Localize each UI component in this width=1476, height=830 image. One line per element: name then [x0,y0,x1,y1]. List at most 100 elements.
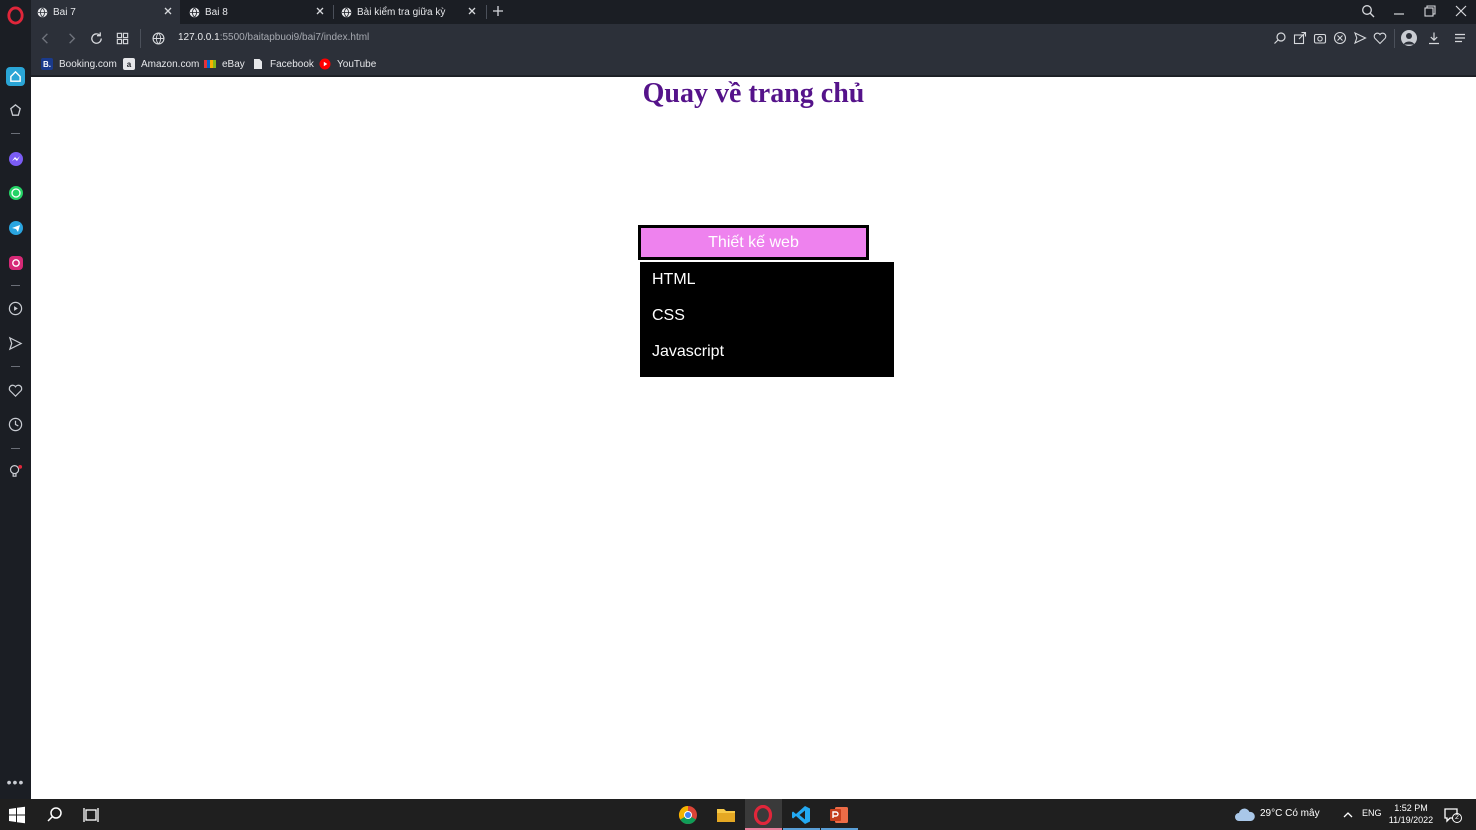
windows-start-icon[interactable] [8,806,26,824]
url-field[interactable]: 127.0.0.1:5500/baitapbuoi9/bai7/index.ht… [178,32,369,43]
dropdown-item-javascript[interactable]: Javascript [640,340,894,376]
search-icon[interactable] [46,806,64,824]
bookmark-label: Booking.com [59,58,117,70]
more-options-icon[interactable]: ••• [6,775,25,789]
minimize-icon[interactable] [1392,4,1406,18]
opera-logo-icon[interactable] [6,6,25,25]
powerpoint-icon[interactable] [829,805,849,825]
amazon-icon: a [123,58,135,70]
instagram-icon[interactable] [6,253,25,272]
chrome-icon[interactable] [678,805,698,825]
bookmark-amazon[interactable]: a Amazon.com [123,57,199,71]
dropdown-item-html[interactable]: HTML [640,268,894,304]
toolbar-divider [140,29,141,48]
tab-label: Bai 8 [205,6,228,18]
share-icon[interactable] [1293,31,1307,45]
ad-blocker-icon[interactable] [1333,31,1347,45]
close-tab-icon[interactable] [162,5,174,17]
bookmark-label: Facebook [270,58,314,70]
player-icon[interactable] [6,299,25,318]
profile-avatar-icon[interactable] [1401,30,1417,46]
dropdown-item-css[interactable]: CSS [640,304,894,340]
bookmark-label: eBay [222,58,245,70]
sidebar-divider [11,285,20,286]
vscode-icon[interactable] [791,805,811,825]
clock-time: 1:52 PM [1394,803,1428,813]
bookmark-youtube[interactable]: YouTube [319,57,376,71]
dropdown-menu: HTML CSS Javascript [640,262,894,377]
home-icon[interactable] [6,67,25,86]
bookmark-facebook[interactable]: Facebook [252,57,314,71]
sidebar-divider [11,448,20,449]
history-icon[interactable] [6,415,25,434]
notification-center[interactable]: 2 [1443,806,1462,824]
whatsapp-icon[interactable] [6,183,25,202]
task-view-icon[interactable] [82,806,100,824]
weather-text[interactable]: 29°C Có mây [1260,808,1320,819]
messenger-icon[interactable] [6,149,25,168]
screen: ••• Bai 7 Bai 8 Bài kiểm tra giữa kỳ 127… [0,0,1476,830]
toolbar-divider [1394,29,1395,48]
tab-strip: Bai 7 Bai 8 Bài kiểm tra giữa kỳ [31,0,1476,24]
booking-icon: B. [41,58,53,70]
close-tab-icon[interactable] [314,5,326,17]
reload-icon[interactable] [89,31,104,46]
easy-setup-menu-icon[interactable] [1453,31,1467,45]
tab-divider [333,5,334,19]
send-icon[interactable] [1353,31,1367,45]
file-explorer-icon[interactable] [716,805,736,825]
zoom-icon[interactable] [1273,31,1287,45]
url-path: :5500/baitapbuoi9/bai7/index.html [219,32,370,43]
lightbulb-icon[interactable] [6,462,25,481]
tab-label: Bài kiểm tra giữa kỳ [357,6,446,18]
clock-date: 11/19/2022 [1388,815,1434,825]
bookmark-label: YouTube [337,58,377,70]
bookmark-ebay[interactable]: eBay [204,57,245,71]
tab-search-icon[interactable] [1361,4,1375,18]
opera-sidebar: ••• [0,0,31,799]
tab-divider [486,5,487,19]
language-indicator[interactable]: ENG [1362,808,1382,818]
pinboard-icon[interactable] [6,101,25,120]
bookmark-booking[interactable]: B. Booking.com [41,57,117,71]
snapshot-icon[interactable] [1313,31,1327,45]
tabs-grid-icon[interactable] [115,31,130,46]
bookmarks-bar: B. Booking.com a Amazon.com eBay Faceboo… [31,53,1476,76]
restore-icon[interactable] [1423,4,1437,18]
tab-label: Bai 7 [53,6,76,18]
notification-count: 2 [1452,813,1462,823]
clock[interactable]: 1:52 PM 11/19/2022 [1386,802,1436,826]
tab-bai-7[interactable]: Bai 7 [31,0,180,24]
new-tab-icon[interactable] [491,4,505,18]
youtube-icon [319,58,331,70]
bookmark-heart-icon[interactable] [1373,31,1387,45]
sidebar-divider [11,366,20,367]
weather-cloud-icon[interactable] [1234,805,1256,825]
bookmark-label: Amazon.com [141,58,200,70]
download-icon[interactable] [1427,31,1441,45]
page-icon [252,58,264,70]
forward-icon[interactable] [64,31,79,46]
windows-taskbar: 29°C Có mây ENG 1:52 PM 11/19/2022 2 [0,799,1476,830]
send-icon[interactable] [6,334,25,353]
tab-bai-kiem-tra[interactable]: Bài kiểm tra giữa kỳ [335,0,484,24]
globe-icon [37,7,48,17]
ebay-icon [204,58,216,70]
tab-bai-8[interactable]: Bai 8 [183,0,332,24]
back-icon[interactable] [38,31,53,46]
heart-icon[interactable] [6,381,25,400]
close-window-icon[interactable] [1454,4,1468,18]
home-link-heading[interactable]: Quay về trang chủ [31,77,1476,111]
globe-icon [189,7,200,17]
web-design-menu-button[interactable]: Thiết kế web [638,225,869,260]
close-tab-icon[interactable] [466,5,478,17]
address-bar: 127.0.0.1:5500/baitapbuoi9/bai7/index.ht… [31,24,1476,53]
sidebar-divider [11,133,20,134]
chevron-up-icon[interactable] [1341,808,1355,822]
page-viewport: Quay về trang chủ Thiết kế web HTML CSS … [31,77,1476,799]
opera-icon[interactable] [753,805,773,825]
globe-icon [341,7,352,17]
url-host: 127.0.0.1 [178,32,220,43]
site-info-globe-icon[interactable] [151,31,166,46]
telegram-icon[interactable] [6,218,25,237]
